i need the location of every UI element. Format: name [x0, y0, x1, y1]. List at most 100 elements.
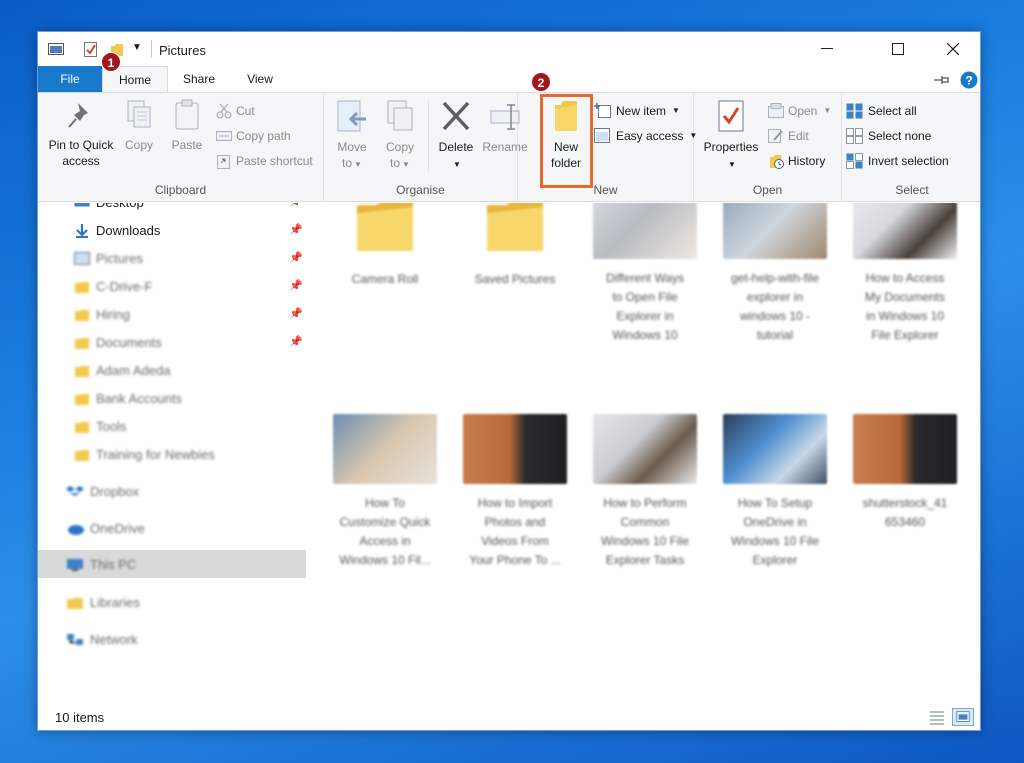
paste-shortcut-button[interactable]: Paste shortcut [216, 151, 313, 171]
paste-button[interactable]: Paste [166, 99, 208, 153]
svg-text:?: ? [965, 74, 972, 88]
organise-group: Move to ▼ Copy to ▼ Delete ▼ Rename Organi… [324, 93, 528, 201]
open-group: Properties ▼ Open ▼ Edit History Open [694, 93, 842, 201]
delete-x-icon [442, 101, 470, 131]
nav-item-folder[interactable]: Tools [74, 416, 126, 438]
pin-label-line2: access [62, 154, 100, 168]
pictures-icon [74, 252, 90, 265]
copy-path-icon [216, 131, 232, 141]
folder-item[interactable]: Saved Pictures [460, 203, 570, 289]
nav-item-pictures[interactable]: Pictures [74, 248, 143, 270]
nav-item-documents[interactable]: Documents [74, 332, 162, 354]
copy-button[interactable]: Copy [120, 99, 158, 153]
clipboard-group: Pin to Quick access Copy Paste Cut Copy … [38, 93, 324, 201]
explorer-window-icon[interactable] [48, 42, 64, 56]
nav-item-desktop[interactable]: Desktop [74, 203, 144, 214]
ribbon: Pin to Quick access Copy Paste Cut Copy … [38, 92, 980, 202]
history-button[interactable]: History [768, 151, 825, 171]
new-item-button[interactable]: New item ▼ [594, 101, 680, 121]
history-label: History [788, 154, 826, 168]
tab-share[interactable]: Share [168, 66, 230, 92]
properties-dropdown-icon: ▼ [728, 160, 736, 169]
copy-label: Copy [124, 138, 153, 152]
nav-label: Documents [96, 335, 162, 350]
image-file-item[interactable]: How to Import Photos and Videos From Your P… [460, 414, 570, 570]
file-name: How to Perform Common Windows 10 File Explo… [600, 496, 690, 567]
delete-label: Delete [438, 140, 474, 154]
details-view-icon[interactable] [926, 708, 948, 726]
nav-item-folder[interactable]: Adam Adeda [74, 360, 170, 382]
nav-item-folder[interactable]: Training for Newbies [74, 444, 215, 466]
easy-access-label: Easy access [616, 129, 684, 143]
nav-label: Training for Newbies [96, 447, 215, 462]
folder-icon [357, 203, 413, 251]
image-file-item[interactable]: Different Ways to Open File Explorer in Win… [590, 203, 700, 345]
status-bar: 10 items [38, 704, 980, 730]
image-thumbnail [593, 203, 697, 259]
copy-path-label: Copy path [236, 129, 291, 143]
copy-to-dropdown-icon: ▼ [402, 160, 410, 169]
nav-item-libraries[interactable]: Libraries [66, 592, 140, 614]
pin-ribbon-icon[interactable] [934, 75, 950, 85]
pinned-icon: 📌 [289, 252, 303, 264]
minimize-button[interactable] [804, 32, 850, 66]
computer-icon [67, 559, 83, 571]
select-none-button[interactable]: Select none [846, 126, 931, 146]
move-to-line1: Move [337, 140, 367, 154]
nav-item-network[interactable]: Network [66, 629, 138, 651]
folder-icon [75, 394, 89, 405]
cut-label: Cut [236, 104, 255, 118]
title-bar: ▼ Pictures [38, 32, 980, 66]
pin-to-quick-access-button[interactable]: Pin to Quick access [44, 99, 118, 169]
open-button[interactable]: Open ▼ [768, 101, 831, 121]
properties-button[interactable]: Properties ▼ [700, 99, 762, 173]
nav-item-downloads[interactable]: Downloads [74, 220, 160, 242]
large-icons-view-icon[interactable] [952, 708, 974, 726]
image-file-item[interactable]: get-help-with-file explorer in windows 10 … [720, 203, 830, 345]
pinned-icon: 📌 [289, 224, 303, 236]
copy-to-button[interactable]: Copy to ▼ [380, 99, 420, 173]
properties-icon [718, 100, 744, 132]
nav-item-this-pc[interactable]: This PC [66, 554, 136, 576]
new-item-label: New item [616, 104, 667, 118]
image-thumbnail [723, 414, 827, 484]
image-file-item[interactable]: How to Perform Common Windows 10 File Explo… [590, 414, 700, 570]
maximize-button[interactable] [875, 32, 921, 66]
image-file-item[interactable]: shutterstock_41 653460 [850, 414, 960, 532]
delete-button[interactable]: Delete ▼ [432, 99, 480, 173]
organise-group-label: Organise [396, 183, 445, 197]
paste-icon [175, 99, 199, 130]
move-to-button[interactable]: Move to ▼ [332, 99, 372, 173]
file-name: How to Access My Documents in Windows 10 Fi… [864, 271, 946, 342]
folder-item[interactable]: Camera Roll [330, 203, 440, 289]
edit-button[interactable]: Edit [768, 126, 809, 146]
cut-button[interactable]: Cut [216, 101, 255, 121]
nav-item-folder[interactable]: Hiring [74, 304, 130, 326]
nav-item-folder[interactable]: Bank Accounts [74, 388, 182, 410]
copy-to-line1: Copy [385, 140, 414, 154]
nav-label: Adam Adeda [96, 363, 171, 378]
help-icon[interactable]: ? [960, 71, 978, 89]
tab-file[interactable]: File [38, 66, 102, 92]
image-file-item[interactable]: How To Setup OneDrive in Windows 10 File Ex… [720, 414, 830, 570]
copy-to-line2: to [390, 156, 401, 170]
properties-quick-icon[interactable] [84, 42, 98, 57]
invert-selection-button[interactable]: Invert selection [846, 151, 949, 171]
copy-path-button[interactable]: Copy path [216, 126, 291, 146]
nav-item-folder[interactable]: C-Drive-F [74, 276, 152, 298]
dropbox-icon [66, 486, 84, 496]
nav-item-dropbox[interactable]: Dropbox [66, 481, 139, 503]
select-group: Select all Select none Invert selection … [842, 93, 982, 201]
nav-label: Dropbox [90, 484, 140, 499]
image-thumbnail [333, 414, 437, 484]
select-all-button[interactable]: Select all [846, 101, 917, 121]
image-file-item[interactable]: How To Customize Quick Access in Windows 10… [330, 414, 440, 570]
tab-view[interactable]: View [230, 66, 290, 92]
customize-quick-access-dropdown-icon[interactable]: ▼ [132, 42, 142, 53]
file-name: How to Import Photos and Videos From Your P… [469, 496, 561, 567]
close-button[interactable] [930, 32, 976, 66]
image-file-item[interactable]: How to Access My Documents in Windows 10 Fi… [850, 203, 960, 345]
nav-item-onedrive[interactable]: OneDrive [66, 518, 145, 540]
easy-access-button[interactable]: Easy access ▼ [594, 126, 697, 146]
nav-label: Tools [96, 419, 127, 434]
